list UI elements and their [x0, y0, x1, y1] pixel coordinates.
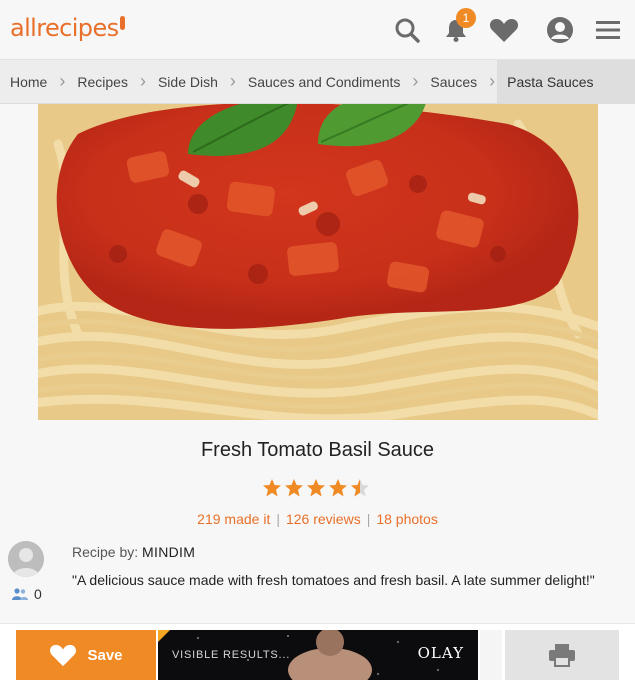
photos-link[interactable]: 18 photos: [376, 511, 438, 527]
followers-icon: [12, 588, 28, 600]
star-rating[interactable]: [262, 478, 370, 498]
divider: |: [366, 511, 371, 527]
bar-spacer: [480, 630, 502, 680]
divider: |: [276, 511, 280, 527]
byline-label: Recipe by:: [72, 544, 139, 560]
print-button[interactable]: [505, 630, 619, 680]
chevron-right-icon: ›: [139, 71, 146, 91]
chevron-right-icon: ›: [412, 71, 419, 91]
save-button[interactable]: Save: [16, 630, 156, 680]
star-half-icon: [351, 479, 369, 497]
breadcrumb-recipes[interactable]: Recipes: [67, 60, 138, 103]
breadcrumb-sauces-condiments[interactable]: Sauces and Condiments: [238, 60, 411, 103]
chevron-right-icon: ›: [489, 71, 496, 91]
author-avatar[interactable]: [8, 541, 44, 577]
bottom-action-bar: Save VISIBLE RESULTS... OLAY: [0, 623, 635, 683]
save-label: Save: [87, 646, 123, 664]
recipe-byline: Recipe by: MINDIM: [72, 544, 195, 560]
ad-text: VISIBLE RESULTS...: [172, 649, 291, 661]
star-full-icon: [329, 479, 347, 497]
star-full-icon: [263, 479, 281, 497]
breadcrumb-side-dish[interactable]: Side Dish: [148, 60, 228, 103]
notification-badge: 1: [456, 8, 476, 28]
ad-brand-logo: OLAY: [417, 644, 464, 662]
notifications-button[interactable]: 1: [440, 8, 476, 46]
printer-icon: [549, 644, 575, 667]
heart-icon: [50, 644, 77, 667]
search-button[interactable]: [391, 14, 423, 46]
logo-text: allrecipes: [10, 14, 119, 42]
recipe-stats: 219 made it | 126 reviews | 18 photos: [0, 511, 635, 527]
author-followers[interactable]: 0: [12, 586, 42, 602]
breadcrumb: Home › Recipes › Side Dish › Sauces and …: [0, 60, 635, 104]
profile-button[interactable]: [544, 14, 576, 46]
recipe-photo-image: [38, 104, 598, 420]
followers-count: 0: [34, 586, 42, 602]
site-header: allrecipes 1: [0, 0, 635, 60]
search-icon: [395, 18, 420, 43]
recipe-photo[interactable]: [38, 104, 598, 420]
star-full-icon: [285, 479, 303, 497]
logo-spoon-icon: [119, 16, 125, 30]
chevron-right-icon: ›: [59, 71, 66, 91]
breadcrumb-sauces[interactable]: Sauces: [420, 60, 487, 103]
made-it-link[interactable]: 219 made it: [197, 511, 270, 527]
chevron-right-icon: ›: [229, 71, 236, 91]
avatar-placeholder-icon: [8, 541, 44, 577]
breadcrumb-home[interactable]: Home: [0, 60, 57, 103]
menu-icon: [596, 21, 620, 39]
menu-button[interactable]: [592, 14, 624, 46]
author-name[interactable]: MINDIM: [142, 544, 195, 560]
favorites-button[interactable]: [488, 14, 520, 46]
user-icon: [547, 17, 573, 43]
recipe-title: Fresh Tomato Basil Sauce: [200, 439, 435, 461]
reviews-link[interactable]: 126 reviews: [286, 511, 361, 527]
allrecipes-logo[interactable]: allrecipes: [10, 14, 125, 42]
star-full-icon: [307, 479, 325, 497]
recipe-description: "A delicious sauce made with fresh tomat…: [72, 572, 595, 588]
advertisement-banner[interactable]: VISIBLE RESULTS... OLAY: [158, 630, 478, 680]
heart-icon: [489, 19, 519, 42]
breadcrumb-pasta-sauces[interactable]: Pasta Sauces: [497, 60, 635, 103]
